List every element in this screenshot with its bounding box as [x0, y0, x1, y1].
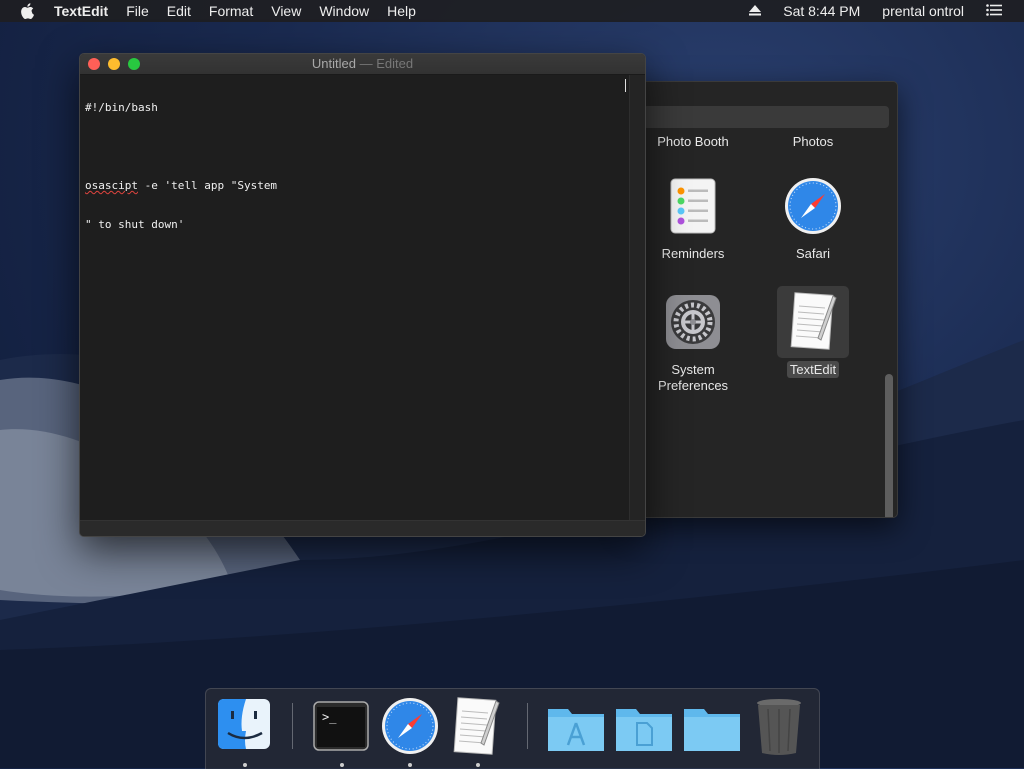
dock-safari[interactable]: [381, 697, 441, 767]
app-safari[interactable]: Safari: [763, 174, 863, 262]
app-label-selected: TextEdit: [786, 361, 840, 378]
textedit-icon: [453, 697, 500, 755]
app-photo-booth[interactable]: Photo Booth: [643, 126, 743, 150]
apple-menu-icon[interactable]: [20, 3, 38, 19]
terminal-prompt: >_: [322, 710, 337, 724]
dock-downloads-folder[interactable]: [682, 697, 742, 757]
text-line: #!/bin/bash: [85, 101, 158, 114]
textedit-window: Untitled — Edited #!/bin/bash osascipt -…: [79, 53, 646, 537]
app-reminders[interactable]: Reminders: [643, 174, 743, 262]
menu-help[interactable]: Help: [387, 0, 416, 22]
text-line-rest: -e 'tell app "System: [137, 179, 278, 192]
applications-folder-icon: [548, 709, 604, 751]
app-photos[interactable]: Photos: [763, 126, 863, 150]
edited-indicator: — Edited: [355, 56, 414, 71]
scrollbar-thumb[interactable]: [885, 374, 893, 517]
finder-icon: [218, 699, 270, 749]
horizontal-scrollbar[interactable]: [80, 520, 645, 536]
reminders-icon: [661, 174, 725, 238]
dock-applications-folder[interactable]: [546, 697, 606, 757]
eject-icon[interactable]: [749, 3, 762, 19]
dock-textedit[interactable]: [449, 697, 509, 767]
dock-divider: [527, 703, 528, 749]
running-indicator: [340, 763, 344, 767]
downloads-folder-icon: [684, 709, 740, 751]
running-indicator: [476, 763, 480, 767]
menu-window[interactable]: Window: [319, 0, 369, 22]
search-field[interactable]: [643, 106, 889, 128]
menu-user[interactable]: prental ontrol: [882, 3, 964, 19]
text-line: [85, 140, 628, 153]
menu-clock[interactable]: Sat 8:44 PM: [783, 3, 860, 19]
text-cursor: [625, 79, 626, 92]
title-bar[interactable]: Untitled — Edited: [80, 54, 645, 75]
menu-bar: TextEdit File Edit Format View Window He…: [0, 0, 1024, 22]
text-line: osascipt -e 'tell app "System: [85, 179, 628, 192]
terminal-icon: [313, 701, 369, 751]
menu-view[interactable]: View: [271, 0, 301, 22]
app-label: Photo Booth: [657, 134, 729, 149]
app-label: Reminders: [661, 246, 725, 261]
dock-trash[interactable]: [754, 697, 814, 757]
dock-terminal[interactable]: >_: [313, 697, 373, 767]
documents-folder-icon: [616, 709, 672, 751]
running-indicator: [243, 763, 247, 767]
app-label: System Preferences: [657, 362, 729, 393]
window-title: Untitled — Edited: [80, 56, 645, 71]
menu-app-name[interactable]: TextEdit: [54, 0, 108, 22]
notification-center-icon[interactable]: [986, 3, 1002, 19]
dock-documents-folder[interactable]: [614, 697, 674, 757]
apps-scrollbar[interactable]: [885, 134, 893, 517]
dock-finder[interactable]: [216, 697, 276, 767]
app-textedit[interactable]: TextEdit: [763, 290, 863, 378]
textedit-icon: [781, 290, 845, 354]
menu-edit[interactable]: Edit: [167, 0, 191, 22]
text-editor[interactable]: #!/bin/bash osascipt -e 'tell app "Syste…: [80, 75, 628, 520]
document-name: Untitled: [311, 56, 356, 71]
menu-format[interactable]: Format: [209, 0, 253, 22]
misspelled-word: osascipt: [85, 179, 138, 192]
safari-icon: [781, 174, 845, 238]
dock: >_: [205, 688, 820, 769]
vertical-scrollbar[interactable]: [629, 75, 645, 520]
safari-icon: [382, 698, 438, 754]
dock-divider: [292, 703, 293, 749]
running-indicator: [408, 763, 412, 767]
text-line: " to shut down': [85, 218, 185, 231]
trash-icon: [757, 699, 801, 755]
app-label: Safari: [796, 246, 830, 261]
menu-file[interactable]: File: [126, 0, 149, 22]
applications-window: Photo Booth Photos Reminders Safari Syst…: [630, 81, 898, 518]
system-preferences-icon: [661, 290, 725, 354]
app-system-preferences[interactable]: System Preferences: [643, 290, 743, 394]
app-label: Photos: [792, 134, 834, 149]
app-label: TextEdit: [763, 361, 863, 378]
